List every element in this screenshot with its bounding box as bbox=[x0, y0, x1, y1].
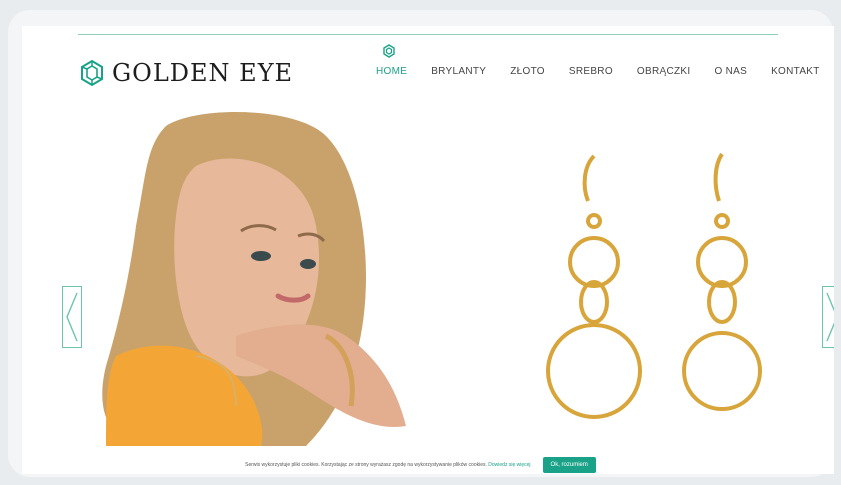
nav-kontakt[interactable]: KONTAKT bbox=[771, 66, 820, 77]
cookie-message: Serwis wykorzystuje pliki cookies. Korzy… bbox=[245, 462, 530, 468]
hexagon-gem-icon bbox=[81, 59, 103, 87]
cookie-text: Serwis wykorzystuje pliki cookies. Korzy… bbox=[245, 462, 487, 468]
website-page: GOLDEN EYE HOME BRYLANTY ZŁOTO SREBRO OB… bbox=[22, 26, 834, 474]
cookie-more-link[interactable]: Dowiedz się więcej bbox=[488, 462, 530, 468]
nav-obraczki[interactable]: OBRĄCZKI bbox=[637, 66, 691, 77]
hero-slider bbox=[76, 106, 778, 446]
cookie-banner: Serwis wykorzystuje pliki cookies. Korzy… bbox=[0, 454, 841, 476]
chevron-right-icon bbox=[826, 292, 834, 342]
gold-earrings-image bbox=[546, 152, 762, 419]
nav-gem-icon bbox=[383, 44, 395, 58]
logo[interactable]: GOLDEN EYE bbox=[78, 56, 293, 90]
nav-o-nas[interactable]: O NAS bbox=[714, 66, 747, 77]
main-navigation: HOME BRYLANTY ZŁOTO SREBRO OBRĄCZKI O NA… bbox=[376, 66, 834, 77]
chevron-left-icon bbox=[66, 292, 78, 342]
cookie-accept-button[interactable]: Ok, rozumiem bbox=[542, 457, 596, 473]
slider-next-button[interactable] bbox=[822, 286, 834, 348]
top-divider bbox=[78, 34, 778, 35]
nav-srebro[interactable]: SREBRO bbox=[569, 66, 613, 77]
woman-portrait-image bbox=[76, 106, 486, 446]
nav-zloto[interactable]: ZŁOTO bbox=[510, 66, 545, 77]
nav-home[interactable]: HOME bbox=[376, 66, 407, 77]
brand-name: GOLDEN EYE bbox=[112, 59, 294, 87]
nav-brylanty[interactable]: BRYLANTY bbox=[431, 66, 486, 77]
slider-prev-button[interactable] bbox=[62, 286, 82, 348]
